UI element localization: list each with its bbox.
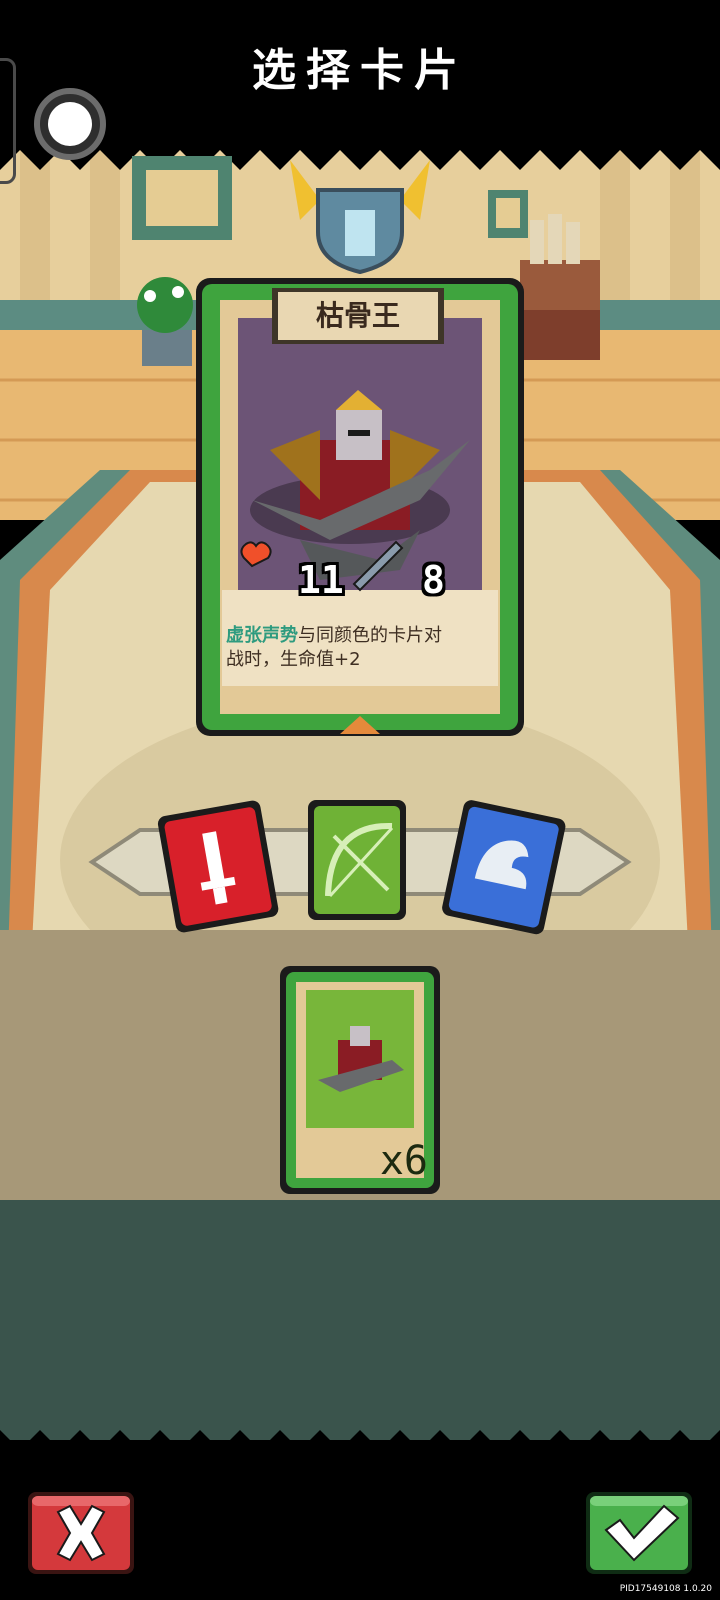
card-health: 11 [298, 558, 344, 602]
confirm-button[interactable] [586, 1492, 692, 1574]
card-ability: 虚张声势与同颜色的卡片对 战时，生命值+2 [226, 624, 498, 672]
room-scene [0, 0, 720, 1600]
circle-icon [48, 102, 92, 146]
side-tab[interactable] [0, 58, 16, 184]
screen-title: 选择卡片 [252, 45, 468, 96]
floor-front [0, 1200, 720, 1440]
game-screen: 选择卡片 枯骨王 11 8 虚张声势与同颜色的卡片对 战时，生命值+2 x6 P… [0, 0, 720, 1600]
green-bow-card[interactable] [308, 800, 406, 920]
deck-count: x6 [379, 1138, 428, 1184]
ability-line-2: 战时，生命值+2 [226, 649, 361, 670]
card-name: 枯骨王 [315, 299, 400, 332]
red-sword-card[interactable] [157, 799, 280, 933]
ability-keyword: 虚张声势 [226, 625, 298, 646]
menu-circle-button[interactable] [34, 88, 106, 160]
build-id: PID17549108 1.0.20 [619, 1584, 712, 1594]
ability-line-1: 与同颜色的卡片对 [298, 625, 442, 646]
potted-plant [137, 277, 193, 366]
card-attack: 8 [422, 558, 445, 602]
cancel-button[interactable] [28, 1492, 134, 1574]
